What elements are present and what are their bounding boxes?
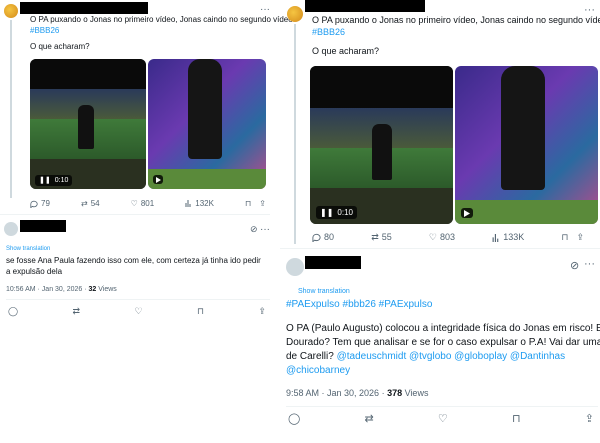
tweet-question: O que acharam?	[312, 46, 380, 56]
heart-icon: ♡	[428, 232, 437, 242]
more-options-icon[interactable]: ···	[260, 224, 270, 235]
tweet-text-line1: O PA puxando o Jonas no primeiro vídeo, …	[312, 15, 600, 25]
divider	[6, 299, 270, 300]
views-icon	[185, 200, 191, 207]
avatar[interactable]	[287, 6, 303, 22]
repost-icon[interactable]: ⇄	[365, 414, 374, 425]
tweet-text-line1: O PA puxando o Jonas no primeiro vídeo, …	[30, 15, 293, 24]
redacted-username	[305, 0, 425, 12]
redacted-username	[20, 220, 66, 232]
bookmark-icon[interactable]: ⊓	[245, 198, 251, 209]
redacted-username	[305, 256, 361, 269]
repost-icon[interactable]: ⇄	[73, 306, 81, 317]
more-options-icon[interactable]: ···	[584, 258, 595, 270]
reply-icon	[312, 233, 321, 242]
reply-icon	[30, 200, 38, 208]
show-translation-link[interactable]: Show translation	[6, 244, 50, 255]
repost-icon: ⇄	[371, 232, 379, 242]
tweet-actions: 79 ⇄ 54 ♡ 801 132K ⊓ ⇪	[30, 198, 266, 209]
video-thumbnail-2[interactable]	[148, 59, 266, 189]
views-icon	[492, 233, 499, 242]
heart-icon: ♡	[130, 199, 138, 208]
repost-button[interactable]: ⇄ 54	[81, 198, 100, 209]
heart-icon[interactable]: ♡	[134, 306, 142, 317]
video-duration: ❚❚ 0:10	[35, 175, 73, 186]
like-button[interactable]: ♡ 803	[429, 232, 455, 243]
reply-timestamp[interactable]: 10:56 AM · Jan 30, 2026 · 32 Views	[6, 284, 117, 295]
reply-actions: ◯ ⇄ ♡ ⊓ ⇪	[288, 414, 594, 425]
play-icon[interactable]	[461, 208, 473, 218]
video-thumbnail-2[interactable]	[455, 66, 598, 224]
pause-icon[interactable]: ❚❚	[320, 207, 333, 218]
video-duration: ❚❚ 0:10	[316, 206, 357, 219]
bookmark-icon[interactable]: ⊓	[561, 232, 568, 243]
reply-button[interactable]: 79	[30, 198, 50, 209]
reply-hashtags[interactable]: #PAExpulso #bbb26 #PAExpulso	[286, 298, 432, 312]
reply-icon[interactable]: ◯	[8, 306, 18, 317]
bookmark-icon[interactable]: ⊓	[512, 414, 521, 425]
divider	[286, 406, 598, 407]
play-icon[interactable]	[153, 175, 163, 184]
redacted-username	[20, 2, 148, 14]
reply-text-line1: se fosse Ana Paula fazendo isso com ele,…	[6, 256, 261, 265]
avatar[interactable]	[286, 258, 304, 276]
reply-body: O PA (Paulo Augusto) colocou a integrida…	[286, 323, 600, 378]
tweet-hashtag[interactable]: #BBB26	[30, 25, 59, 36]
bookmark-icon[interactable]: ⊓	[197, 306, 204, 317]
mention-link[interactable]: @chicobarney	[286, 364, 598, 378]
views-button[interactable]: 132K	[185, 198, 214, 209]
tweet-actions: 80 ⇄ 55 ♡ 803 133K ⊓ ⇪	[312, 232, 584, 243]
share-icon[interactable]: ⇪	[259, 198, 266, 209]
reply-timestamp[interactable]: 9:58 AM · Jan 30, 2026 · 378 Views	[286, 386, 428, 400]
repost-icon: ⇄	[80, 199, 88, 208]
thread-line	[294, 24, 296, 244]
reply-button[interactable]: 80	[312, 232, 334, 243]
video-thumbnail-1[interactable]: ❚❚ 0:10	[30, 59, 146, 189]
grok-icon[interactable]: ⊘	[250, 224, 258, 235]
divider	[0, 214, 270, 215]
grok-icon[interactable]: ⊘	[570, 259, 579, 272]
mention-links[interactable]: @tadeuschmidt @tvglobo @globoplay @Danti…	[337, 351, 566, 362]
share-icon[interactable]: ⇪	[258, 306, 266, 317]
show-translation-link[interactable]: Show translation	[298, 286, 350, 297]
repost-button[interactable]: ⇄ 55	[371, 232, 392, 243]
avatar[interactable]	[4, 4, 18, 18]
heart-icon[interactable]: ♡	[438, 414, 448, 425]
reply-actions: ◯ ⇄ ♡ ⊓ ⇪	[8, 306, 266, 317]
thread-line	[10, 20, 12, 198]
video-thumbnail-1[interactable]: ❚❚ 0:10	[310, 66, 453, 224]
tweet-question: O que acharam?	[30, 42, 90, 51]
share-icon[interactable]: ⇪	[585, 414, 594, 425]
reply-text-line2: a expulsão dela	[6, 267, 63, 276]
like-button[interactable]: ♡ 801	[131, 198, 155, 209]
tweet-hashtag[interactable]: #BBB26	[312, 26, 345, 38]
views-button[interactable]: 133K	[492, 232, 524, 243]
share-icon[interactable]: ⇪	[576, 232, 584, 243]
divider	[280, 248, 600, 249]
reply-icon[interactable]: ◯	[288, 414, 300, 425]
pause-icon[interactable]: ❚❚	[39, 176, 51, 185]
avatar[interactable]	[4, 222, 18, 236]
